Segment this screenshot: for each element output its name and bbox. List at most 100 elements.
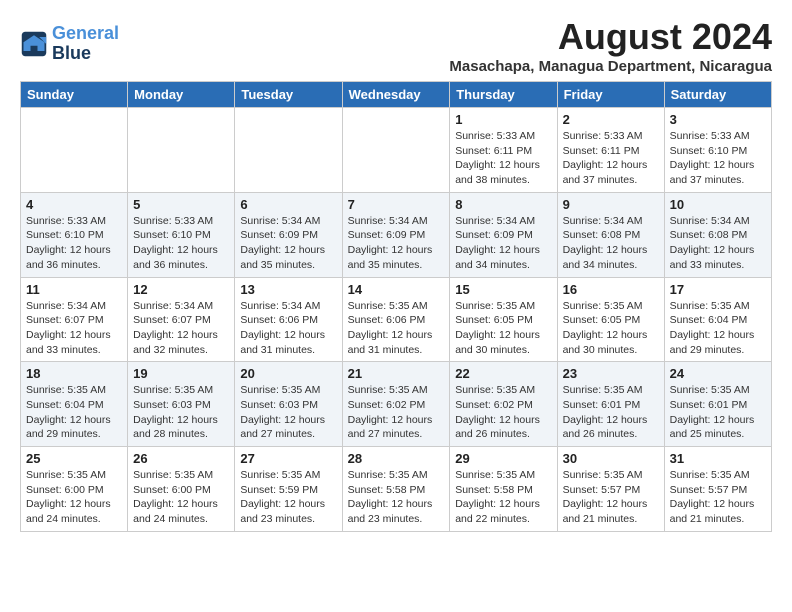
calendar-cell: 1 Sunrise: 5:33 AM Sunset: 6:11 PM Daylig… [450, 108, 557, 193]
day-number: 17 [670, 282, 766, 297]
day-number: 16 [563, 282, 659, 297]
calendar-cell: 26 Sunrise: 5:35 AM Sunset: 6:00 PM Dayli… [128, 447, 235, 532]
day-number: 5 [133, 197, 229, 212]
day-number: 21 [348, 366, 445, 381]
day-number: 26 [133, 451, 229, 466]
day-info: Sunrise: 5:34 AM Sunset: 6:07 PM Dayligh… [133, 299, 229, 358]
calendar-week-row: 11Sunrise: 5:34 AM Sunset: 6:07 PM Dayli… [21, 277, 772, 362]
calendar-cell: 29 Sunrise: 5:35 AM Sunset: 5:58 PM Dayli… [450, 447, 557, 532]
day-number: 28 [348, 451, 445, 466]
calendar-week-row: 18Sunrise: 5:35 AM Sunset: 6:04 PM Dayli… [21, 362, 772, 447]
day-info: Sunrise: 5:35 AM Sunset: 5:58 PM Dayligh… [455, 468, 551, 527]
day-number: 8 [455, 197, 551, 212]
day-info: Sunrise: 5:35 AM Sunset: 6:04 PM Dayligh… [670, 299, 766, 358]
day-info: Sunrise: 5:35 AM Sunset: 6:01 PM Dayligh… [563, 383, 659, 442]
day-info: Sunrise: 5:35 AM Sunset: 6:05 PM Dayligh… [455, 299, 551, 358]
day-info: Sunrise: 5:34 AM Sunset: 6:08 PM Dayligh… [670, 214, 766, 273]
day-info: Sunrise: 5:33 AM Sunset: 6:10 PM Dayligh… [133, 214, 229, 273]
page-header: General Blue August 2024 Masachapa, Mana… [20, 16, 772, 75]
title-block: August 2024 Masachapa, Managua Departmen… [449, 16, 772, 75]
weekday-header-thursday: Thursday [450, 82, 557, 108]
calendar-cell: 6 Sunrise: 5:34 AM Sunset: 6:09 PM Daylig… [235, 192, 342, 277]
calendar-cell: 9 Sunrise: 5:34 AM Sunset: 6:08 PM Daylig… [557, 192, 664, 277]
logo: General Blue [20, 24, 119, 64]
day-number: 9 [563, 197, 659, 212]
day-info: Sunrise: 5:33 AM Sunset: 6:10 PM Dayligh… [670, 129, 766, 188]
calendar-cell: 17 Sunrise: 5:35 AM Sunset: 6:04 PM Dayli… [664, 277, 771, 362]
day-number: 7 [348, 197, 445, 212]
logo-line2: Blue [52, 43, 91, 63]
day-number: 30 [563, 451, 659, 466]
day-number: 13 [240, 282, 336, 297]
day-info: Sunrise: 5:35 AM Sunset: 6:02 PM Dayligh… [348, 383, 445, 442]
calendar-cell [128, 108, 235, 193]
day-number: 10 [670, 197, 766, 212]
day-info: Sunrise: 5:35 AM Sunset: 6:02 PM Dayligh… [455, 383, 551, 442]
calendar-cell: 5 Sunrise: 5:33 AM Sunset: 6:10 PM Daylig… [128, 192, 235, 277]
day-info: Sunrise: 5:34 AM Sunset: 6:09 PM Dayligh… [240, 214, 336, 273]
day-number: 31 [670, 451, 766, 466]
day-number: 22 [455, 366, 551, 381]
day-info: Sunrise: 5:34 AM Sunset: 6:09 PM Dayligh… [348, 214, 445, 273]
calendar-cell: 20Sunrise: 5:35 AM Sunset: 6:03 PM Dayli… [235, 362, 342, 447]
day-number: 23 [563, 366, 659, 381]
calendar-cell: 7 Sunrise: 5:34 AM Sunset: 6:09 PM Daylig… [342, 192, 450, 277]
calendar-cell: 14 Sunrise: 5:35 AM Sunset: 6:06 PM Dayli… [342, 277, 450, 362]
calendar-cell: 24 Sunrise: 5:35 AM Sunset: 6:01 PM Dayli… [664, 362, 771, 447]
calendar-cell: 12 Sunrise: 5:34 AM Sunset: 6:07 PM Dayli… [128, 277, 235, 362]
day-info: Sunrise: 5:35 AM Sunset: 6:01 PM Dayligh… [670, 383, 766, 442]
weekday-header-row: SundayMondayTuesdayWednesdayThursdayFrid… [21, 82, 772, 108]
day-info: Sunrise: 5:34 AM Sunset: 6:08 PM Dayligh… [563, 214, 659, 273]
calendar-cell: 16 Sunrise: 5:35 AM Sunset: 6:05 PM Dayli… [557, 277, 664, 362]
calendar-cell: 21 Sunrise: 5:35 AM Sunset: 6:02 PM Dayli… [342, 362, 450, 447]
day-info: Sunrise: 5:35 AM Sunset: 6:00 PM Dayligh… [26, 468, 122, 527]
calendar-cell: 31 Sunrise: 5:35 AM Sunset: 5:57 PM Dayli… [664, 447, 771, 532]
day-info: Sunrise: 5:35 AM Sunset: 5:57 PM Dayligh… [563, 468, 659, 527]
day-info: Sunrise: 5:34 AM Sunset: 6:06 PM Dayligh… [240, 299, 336, 358]
calendar-cell: 28 Sunrise: 5:35 AM Sunset: 5:58 PM Dayli… [342, 447, 450, 532]
day-info: Sunrise: 5:35 AM Sunset: 6:05 PM Dayligh… [563, 299, 659, 358]
weekday-header-sunday: Sunday [21, 82, 128, 108]
calendar-cell: 3 Sunrise: 5:33 AM Sunset: 6:10 PM Daylig… [664, 108, 771, 193]
weekday-header-monday: Monday [128, 82, 235, 108]
location-subtitle: Masachapa, Managua Department, Nicaragua [449, 58, 772, 75]
weekday-header-friday: Friday [557, 82, 664, 108]
month-year-title: August 2024 [449, 16, 772, 58]
calendar-cell [342, 108, 450, 193]
day-number: 20 [240, 366, 336, 381]
calendar-cell: 25Sunrise: 5:35 AM Sunset: 6:00 PM Dayli… [21, 447, 128, 532]
day-info: Sunrise: 5:35 AM Sunset: 5:58 PM Dayligh… [348, 468, 445, 527]
day-number: 15 [455, 282, 551, 297]
day-number: 19 [133, 366, 229, 381]
day-number: 14 [348, 282, 445, 297]
calendar-cell: 13 Sunrise: 5:34 AM Sunset: 6:06 PM Dayli… [235, 277, 342, 362]
day-info: Sunrise: 5:35 AM Sunset: 5:59 PM Dayligh… [240, 468, 336, 527]
day-info: Sunrise: 5:35 AM Sunset: 6:04 PM Dayligh… [26, 383, 122, 442]
calendar-cell: 22 Sunrise: 5:35 AM Sunset: 6:02 PM Dayli… [450, 362, 557, 447]
day-number: 24 [670, 366, 766, 381]
day-info: Sunrise: 5:35 AM Sunset: 6:00 PM Dayligh… [133, 468, 229, 527]
day-info: Sunrise: 5:33 AM Sunset: 6:11 PM Dayligh… [563, 129, 659, 188]
day-number: 12 [133, 282, 229, 297]
day-number: 27 [240, 451, 336, 466]
calendar-cell: 23 Sunrise: 5:35 AM Sunset: 6:01 PM Dayli… [557, 362, 664, 447]
day-number: 6 [240, 197, 336, 212]
day-info: Sunrise: 5:35 AM Sunset: 6:03 PM Dayligh… [133, 383, 229, 442]
day-number: 1 [455, 112, 551, 127]
day-info: Sunrise: 5:35 AM Sunset: 6:06 PM Dayligh… [348, 299, 445, 358]
day-info: Sunrise: 5:33 AM Sunset: 6:11 PM Dayligh… [455, 129, 551, 188]
calendar-cell: 10 Sunrise: 5:34 AM Sunset: 6:08 PM Dayli… [664, 192, 771, 277]
calendar-cell: 2 Sunrise: 5:33 AM Sunset: 6:11 PM Daylig… [557, 108, 664, 193]
weekday-header-tuesday: Tuesday [235, 82, 342, 108]
day-number: 29 [455, 451, 551, 466]
calendar-week-row: 25Sunrise: 5:35 AM Sunset: 6:00 PM Dayli… [21, 447, 772, 532]
calendar-cell: 18Sunrise: 5:35 AM Sunset: 6:04 PM Dayli… [21, 362, 128, 447]
day-info: Sunrise: 5:34 AM Sunset: 6:09 PM Dayligh… [455, 214, 551, 273]
calendar-cell [21, 108, 128, 193]
day-number: 2 [563, 112, 659, 127]
day-number: 3 [670, 112, 766, 127]
day-info: Sunrise: 5:35 AM Sunset: 5:57 PM Dayligh… [670, 468, 766, 527]
weekday-header-wednesday: Wednesday [342, 82, 450, 108]
calendar-table: SundayMondayTuesdayWednesdayThursdayFrid… [20, 81, 772, 532]
calendar-cell: 30 Sunrise: 5:35 AM Sunset: 5:57 PM Dayli… [557, 447, 664, 532]
